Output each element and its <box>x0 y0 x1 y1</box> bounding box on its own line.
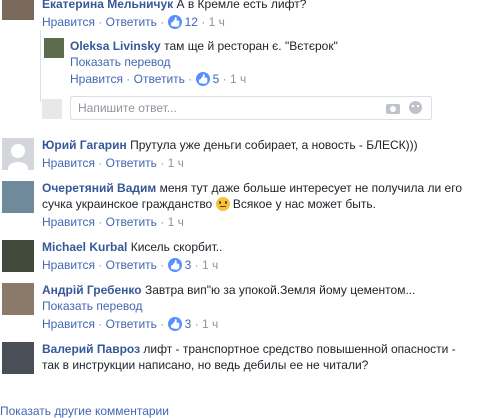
like-icon <box>167 317 182 331</box>
comment-actions: Нравится · Ответить · 3 · 1 ч <box>42 316 218 332</box>
avatar[interactable] <box>44 38 64 58</box>
comment-actions: Нравится · Ответить · 1 ч <box>42 215 184 229</box>
comment-text-line2: сучка украинское гражданство <box>42 197 213 211</box>
timestamp[interactable]: 1 ч <box>168 215 184 229</box>
comment-actions: Нравится · Ответить · 1 ч <box>42 156 184 170</box>
timestamp[interactable]: 1 ч <box>230 72 246 86</box>
camera-icon[interactable] <box>385 101 401 115</box>
comment-actions: Нравится · Ответить · 3 · 1 ч <box>42 257 218 273</box>
reply-placeholder: Напишите ответ... <box>78 101 177 115</box>
author-name[interactable]: Юрий Гагарин <box>42 138 127 152</box>
comment-text: Прутула уже деньги собирает, а новость -… <box>130 138 418 152</box>
comment-actions: Нравится · Ответить · 5 · 1 ч <box>70 71 246 87</box>
comment-text: там ще й ресторан є. "Вєтєрок" <box>164 39 338 53</box>
reply-input[interactable]: Напишите ответ... <box>70 96 432 120</box>
show-more-comments-link[interactable]: Показать другие комментарии <box>0 404 169 418</box>
avatar[interactable] <box>2 240 34 272</box>
like-link[interactable]: Нравится <box>42 215 95 229</box>
avatar[interactable] <box>2 181 34 213</box>
reply-link[interactable]: Ответить <box>134 72 185 86</box>
reply-link[interactable]: Ответить <box>106 258 157 272</box>
like-link[interactable]: Нравится <box>70 72 123 86</box>
author-name[interactable]: Очеретяний Вадим <box>42 181 156 195</box>
timestamp[interactable]: 1 ч <box>202 258 218 272</box>
avatar[interactable] <box>2 283 34 315</box>
reply-link[interactable]: Ответить <box>106 15 157 29</box>
comment-text: лифт - транспортное средство повышенной … <box>143 342 456 356</box>
author-name[interactable]: Екатерина Мельничук <box>42 0 173 11</box>
comment-actions: Нравится · Ответить · 12 · 1 ч <box>42 14 225 30</box>
avatar[interactable] <box>2 342 34 374</box>
like-icon <box>167 15 182 29</box>
like-count[interactable]: 12 <box>167 15 198 29</box>
like-link[interactable]: Нравится <box>42 15 95 29</box>
like-count[interactable]: 3 <box>167 317 191 331</box>
author-name[interactable]: Oleksa Livinsky <box>70 39 161 53</box>
like-count[interactable]: 5 <box>195 72 219 86</box>
comment-text: А в Кремле есть лифт? <box>176 0 307 11</box>
reply-link[interactable]: Ответить <box>106 156 157 170</box>
like-icon <box>195 72 210 86</box>
reply-link[interactable]: Ответить <box>106 215 157 229</box>
author-name[interactable]: Michael Kurbal <box>42 240 127 254</box>
author-name[interactable]: Валерий Павроз <box>42 342 140 356</box>
like-link[interactable]: Нравится <box>42 156 95 170</box>
like-link[interactable]: Нравится <box>42 317 95 331</box>
author-name[interactable]: Андрій Гребенко <box>42 283 142 297</box>
like-link[interactable]: Нравится <box>42 258 95 272</box>
worried-face-emoji-icon <box>215 197 230 211</box>
comment-text: Завтра вип"ю за упокой.Земля йому цемент… <box>144 283 416 297</box>
timestamp[interactable]: 1 ч <box>168 156 184 170</box>
thread-line <box>40 30 41 102</box>
show-translation-link[interactable]: Показать перевод <box>70 54 171 70</box>
show-translation-link[interactable]: Показать перевод <box>42 298 143 314</box>
timestamp[interactable]: 1 ч <box>209 15 225 29</box>
timestamp[interactable]: 1 ч <box>202 317 218 331</box>
comment-text: Кисель скорбит.. <box>130 240 223 254</box>
comment-text-line2-end: Всякое у нас может быть. <box>232 197 376 211</box>
avatar[interactable] <box>2 138 34 170</box>
sticker-icon[interactable] <box>408 101 424 115</box>
comment-text: меня тут даже больше интересует не получ… <box>159 181 463 195</box>
avatar[interactable] <box>2 0 34 20</box>
reply-link[interactable]: Ответить <box>106 317 157 331</box>
comment-text-line2: так в инструкции написано, но ведь дебил… <box>42 358 369 372</box>
like-icon <box>167 258 182 272</box>
like-count[interactable]: 3 <box>167 258 191 272</box>
current-user-avatar <box>42 99 62 119</box>
